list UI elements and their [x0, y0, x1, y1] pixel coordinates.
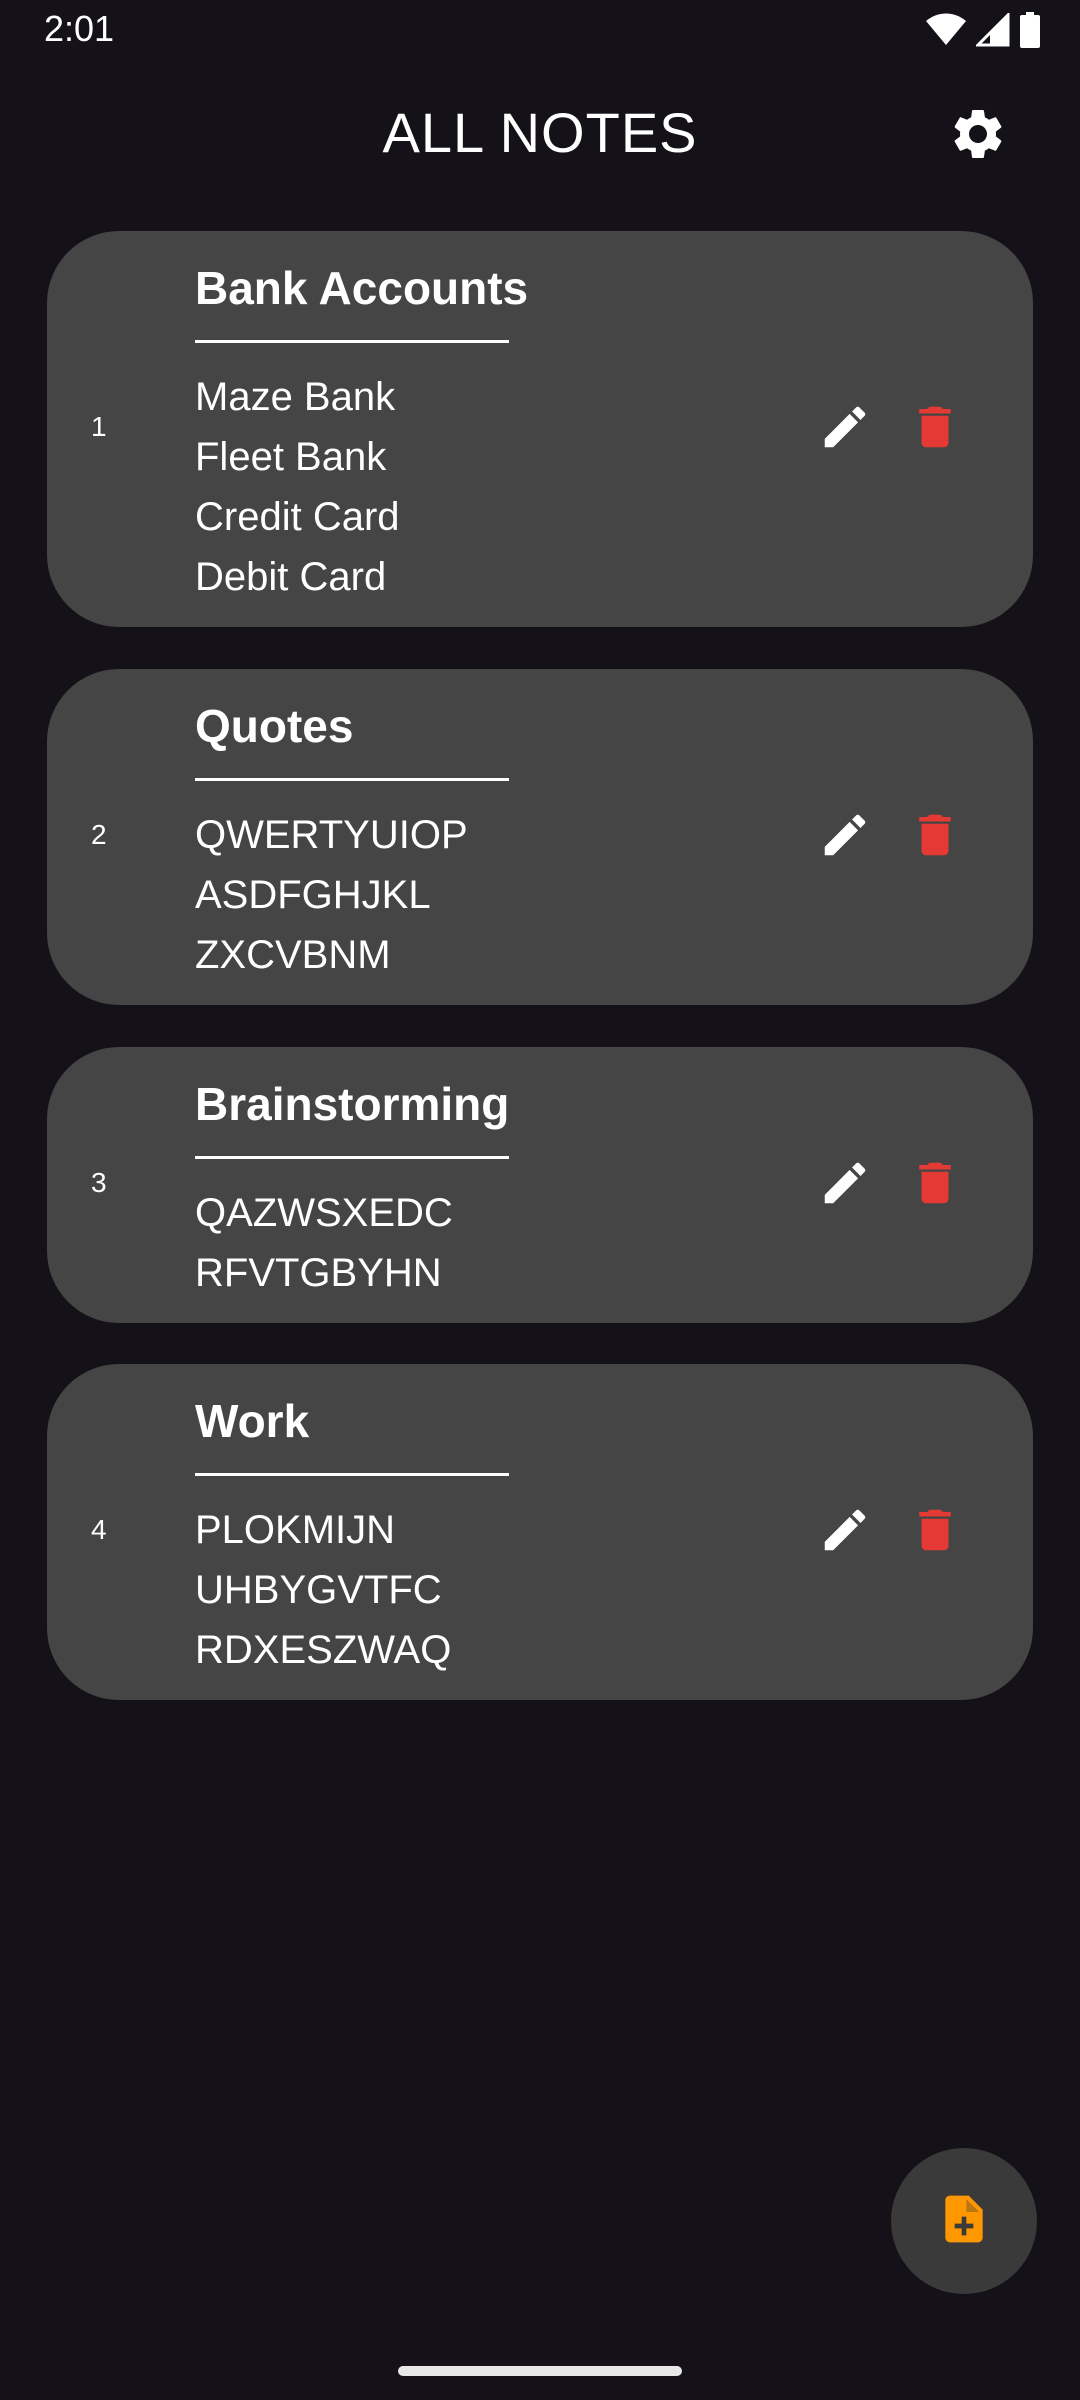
note-line: QAZWSXEDC — [195, 1191, 453, 1235]
pencil-icon — [818, 1503, 872, 1562]
trash-icon — [908, 1156, 962, 1215]
title-divider — [195, 1156, 509, 1159]
gear-icon — [948, 104, 1008, 169]
note-card[interactable]: 2 Quotes QWERTYUIOP ASDFGHJKL ZXCVBNM — [47, 669, 1033, 1005]
note-line: UHBYGVTFC — [195, 1568, 442, 1612]
note-line: Maze Bank — [195, 375, 396, 419]
note-line: Credit Card — [195, 495, 400, 539]
note-content: QAZWSXEDC RFVTGBYHN — [195, 1183, 453, 1303]
title-divider — [195, 340, 509, 343]
delete-note-button[interactable] — [903, 397, 967, 461]
status-icons — [926, 12, 1040, 48]
note-title: Quotes — [195, 700, 354, 752]
edit-note-button[interactable] — [813, 397, 877, 461]
note-line: RFVTGBYHN — [195, 1251, 442, 1295]
title-divider — [195, 1473, 509, 1476]
pencil-icon — [818, 400, 872, 459]
page-title: ALL NOTES — [382, 101, 698, 164]
gesture-navigation-bar[interactable] — [398, 2366, 682, 2376]
title-divider — [195, 778, 509, 781]
note-title: Brainstorming — [195, 1078, 510, 1130]
note-line: QWERTYUIOP — [195, 813, 468, 857]
note-line: RDXESZWAQ — [195, 1628, 452, 1672]
add-note-button[interactable] — [891, 2148, 1037, 2294]
note-line: Fleet Bank — [195, 435, 387, 479]
delete-note-button[interactable] — [903, 1500, 967, 1564]
pencil-icon — [818, 808, 872, 867]
note-number: 4 — [91, 1514, 107, 1545]
note-number: 1 — [91, 411, 107, 442]
note-content: PLOKMIJN UHBYGVTFC RDXESZWAQ — [195, 1500, 451, 1680]
cellular-signal-icon — [976, 13, 1010, 47]
trash-icon — [908, 1503, 962, 1562]
edit-note-button[interactable] — [813, 1500, 877, 1564]
note-line: ASDFGHJKL — [195, 873, 431, 917]
status-bar: 2:01 — [0, 0, 1080, 64]
note-number: 3 — [91, 1167, 107, 1198]
delete-note-button[interactable] — [903, 805, 967, 869]
note-line: Debit Card — [195, 555, 387, 599]
note-content: Maze Bank Fleet Bank Credit Card Debit C… — [195, 367, 400, 607]
trash-icon — [908, 808, 962, 867]
note-line: ZXCVBNM — [195, 933, 391, 977]
note-line: PLOKMIJN — [195, 1508, 396, 1552]
status-time: 2:01 — [44, 8, 115, 49]
pencil-icon — [818, 1156, 872, 1215]
add-note-icon — [936, 2191, 992, 2252]
battery-icon — [1020, 12, 1040, 48]
note-number: 2 — [91, 819, 107, 850]
settings-button[interactable] — [946, 104, 1010, 168]
trash-icon — [908, 400, 962, 459]
delete-note-button[interactable] — [903, 1153, 967, 1217]
wifi-icon — [926, 13, 966, 47]
note-title: Bank Accounts — [195, 262, 529, 314]
edit-note-button[interactable] — [813, 805, 877, 869]
note-card[interactable]: 3 Brainstorming QAZWSXEDC RFVTGBYHN — [47, 1047, 1033, 1323]
note-title: Work — [195, 1395, 310, 1447]
note-card[interactable]: 1 Bank Accounts Maze Bank Fleet Bank Cre… — [47, 231, 1033, 627]
edit-note-button[interactable] — [813, 1153, 877, 1217]
note-content: QWERTYUIOP ASDFGHJKL ZXCVBNM — [195, 805, 468, 985]
note-card[interactable]: 4 Work PLOKMIJN UHBYGVTFC RDXESZWAQ — [47, 1364, 1033, 1700]
